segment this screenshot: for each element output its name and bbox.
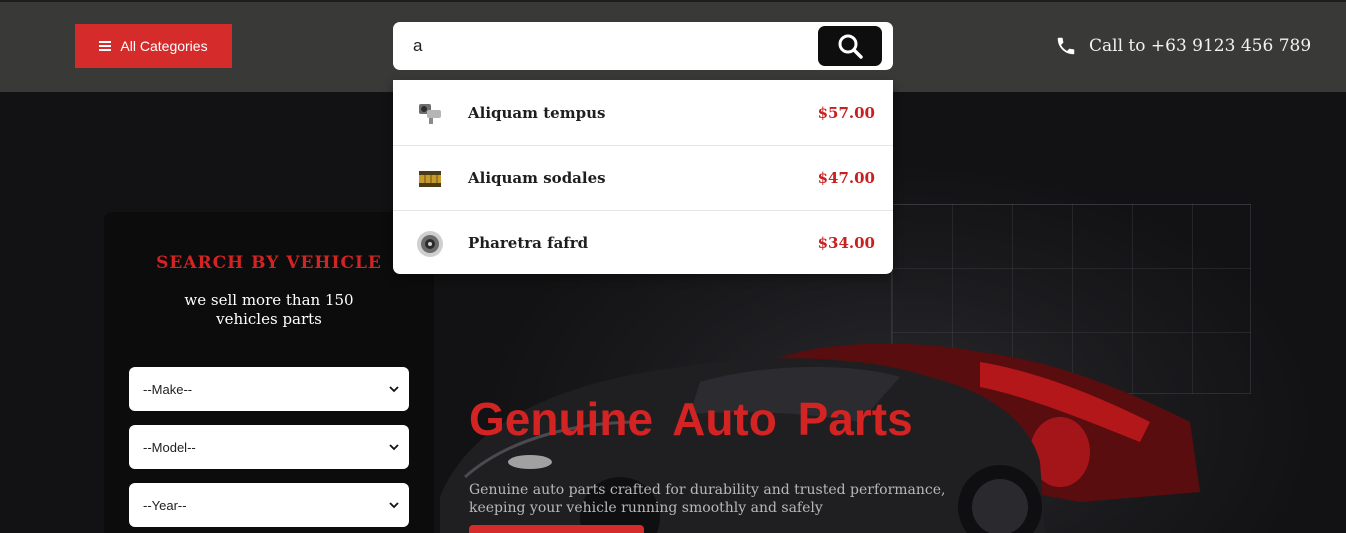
hero-cta-button[interactable] <box>469 525 644 533</box>
phone-icon <box>1057 37 1075 55</box>
search-result-item[interactable]: Aliquam sodales $47.00 <box>393 145 893 210</box>
hero-subtitle: Genuine auto parts crafted for durabilit… <box>469 482 946 516</box>
hero-title: Genuine Auto Parts <box>469 393 913 445</box>
vehicle-search-subtitle: we sell more than 150 vehicles parts <box>104 291 434 329</box>
top-header: All Categories Call to +63 9123 456 789 <box>0 0 1346 92</box>
all-categories-label: All Categories <box>120 38 208 54</box>
brake-caliper-icon <box>419 104 441 124</box>
chevron-down-icon <box>389 501 399 508</box>
subtitle-line-2: vehicles parts <box>216 310 322 328</box>
result-name: Aliquam tempus <box>468 103 606 122</box>
search-bar <box>393 22 893 70</box>
chevron-down-icon <box>389 385 399 392</box>
model-select-value: --Model-- <box>143 439 196 455</box>
result-name: Pharetra fafrd <box>468 234 589 252</box>
make-select-value: --Make-- <box>143 381 193 397</box>
result-name: Aliquam sodales <box>468 169 606 187</box>
result-price: $57.00 <box>817 103 875 122</box>
brake-disc-icon <box>417 231 443 257</box>
search-button[interactable] <box>818 26 882 66</box>
result-price: $34.00 <box>817 234 875 252</box>
make-select[interactable]: --Make-- <box>129 367 409 411</box>
search-result-item[interactable]: Pharetra fafrd $34.00 <box>393 210 893 275</box>
search-input[interactable] <box>413 35 793 57</box>
model-select[interactable]: --Model-- <box>129 425 409 469</box>
search-result-item[interactable]: Aliquam tempus $57.00 <box>393 80 893 145</box>
menu-icon <box>99 41 112 51</box>
chevron-down-icon <box>389 443 399 450</box>
vehicle-search-panel: SEARCH BY VEHICLE we sell more than 150 … <box>104 212 434 533</box>
vehicle-search-title: SEARCH BY VEHICLE <box>156 253 382 273</box>
subtitle-line-1: we sell more than 150 <box>184 291 354 309</box>
oil-filter-icon <box>419 171 441 187</box>
search-results-dropdown: Aliquam tempus $57.00 Aliquam sodales $4… <box>393 80 893 274</box>
search-icon <box>838 34 863 59</box>
year-select-value: --Year-- <box>143 497 187 513</box>
year-select[interactable]: --Year-- <box>129 483 409 527</box>
call-text: Call to +63 9123 456 789 <box>1089 36 1312 56</box>
call-contact[interactable]: Call to +63 9123 456 789 <box>1055 35 1311 57</box>
all-categories-button[interactable]: All Categories <box>75 24 232 68</box>
result-price: $47.00 <box>817 169 875 187</box>
